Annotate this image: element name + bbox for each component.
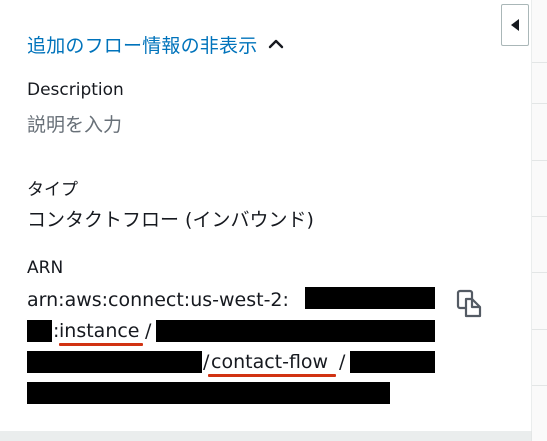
redacted-account-id (305, 287, 435, 309)
copy-icon[interactable] (454, 288, 486, 320)
chevron-up-icon (269, 39, 284, 49)
arn-contact-flow: contact-flow (211, 351, 329, 373)
arn-prefix: arn:aws:connect:us-west-2: (27, 289, 289, 311)
arn-label: ARN (27, 258, 64, 278)
arn-slash-3: / (339, 351, 346, 373)
adjacent-panel-edge (531, 0, 547, 441)
hide-additional-flow-info-toggle[interactable]: 追加のフロー情報の非表示 (27, 30, 285, 58)
type-label: タイプ (27, 180, 78, 200)
instance-highlight-underline (59, 343, 143, 346)
toggle-label: 追加のフロー情報の非表示 (27, 34, 258, 57)
flow-info-panel: 追加のフロー情報の非表示 Description タイプ コンタクトフロー (イ… (0, 0, 532, 431)
description-input[interactable] (27, 111, 327, 139)
redacted-flow-id-tail (27, 382, 390, 404)
description-label: Description (27, 80, 124, 100)
arn-slash-1: / (145, 320, 152, 342)
type-value: コンタクトフロー (インバウンド) (27, 209, 314, 231)
arn-instance: instance (59, 320, 140, 342)
redacted-flow-id (350, 351, 435, 373)
contact-flow-highlight-underline (208, 374, 336, 377)
arn-slash-2: / (203, 351, 210, 373)
caret-left-icon (511, 19, 519, 31)
redacted-instance-id-tail (27, 351, 202, 373)
redacted-instance-id (156, 320, 435, 342)
collapse-panel-button[interactable] (501, 4, 529, 46)
redacted-account-id-tail (27, 320, 52, 342)
panel-bottom-edge (0, 431, 531, 441)
